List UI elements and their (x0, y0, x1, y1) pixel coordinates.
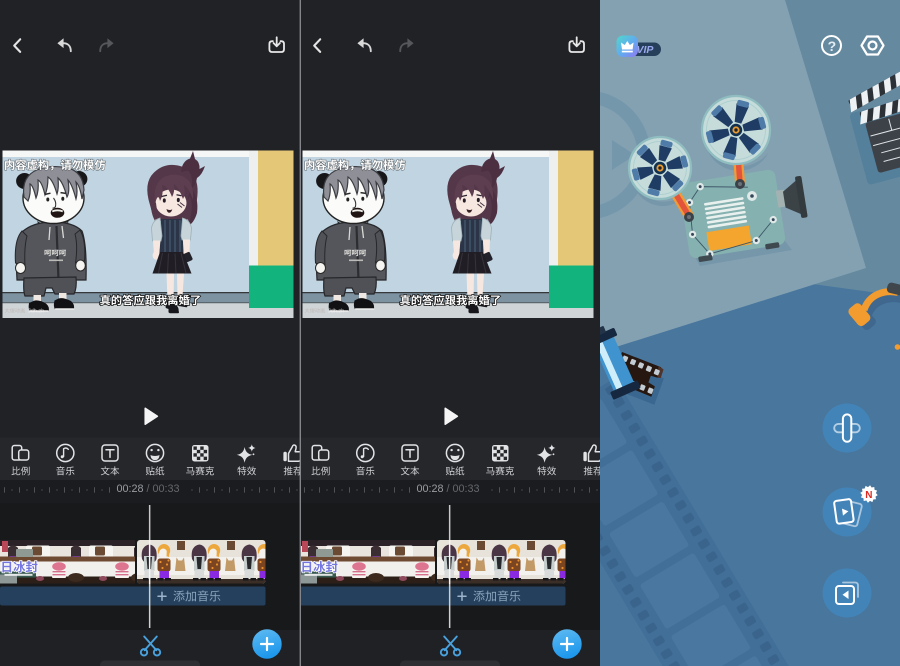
svg-text:?: ? (828, 38, 837, 54)
svg-text:VIP: VIP (637, 44, 655, 56)
svg-text:N: N (865, 490, 872, 501)
